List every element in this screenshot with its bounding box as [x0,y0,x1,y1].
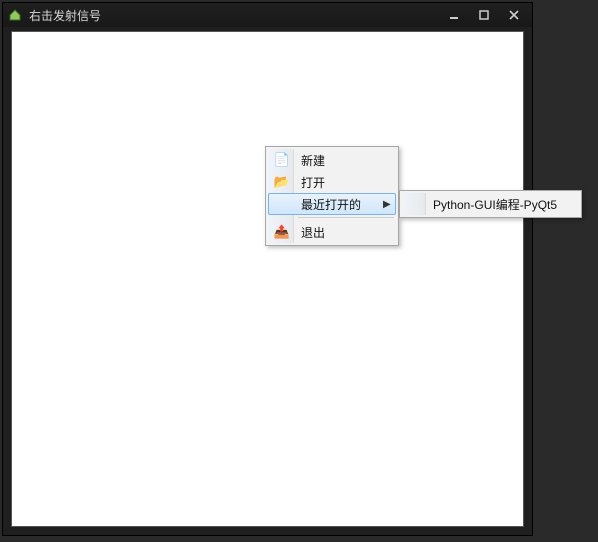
close-button[interactable] [500,6,528,24]
menu-item-label: 退出 [295,224,395,241]
exit-icon: 📤 [269,221,295,243]
titlebar[interactable]: 右击发射信号 [3,3,532,27]
menu-item-label: 最近打开的 [295,196,383,213]
minimize-button[interactable] [440,6,468,24]
menu-item-exit[interactable]: 📤 退出 [268,221,396,243]
submenu-item-icon [403,193,427,215]
submenu-item[interactable]: Python-GUI编程-PyQt5 [402,193,579,215]
menu-item-recent[interactable]: 最近打开的 ▶ [268,193,396,215]
app-window: 右击发射信号 [2,2,533,536]
window-controls [440,6,528,24]
window-title: 右击发射信号 [29,7,440,24]
menu-item-label: 打开 [295,174,395,191]
menu-item-label: 新建 [295,152,395,169]
recent-icon [269,193,295,215]
recent-submenu: Python-GUI编程-PyQt5 [399,190,582,218]
app-icon [7,7,23,23]
context-menu: 📄 新建 📂 打开 最近打开的 ▶ 📤 退出 [265,146,399,246]
menu-item-new[interactable]: 📄 新建 [268,149,396,171]
maximize-button[interactable] [470,6,498,24]
open-folder-icon: 📂 [269,171,295,193]
new-file-icon: 📄 [269,149,295,171]
menu-item-open[interactable]: 📂 打开 [268,171,396,193]
submenu-item-label: Python-GUI编程-PyQt5 [427,196,578,213]
client-area[interactable] [11,31,524,527]
submenu-arrow-icon: ▶ [383,199,395,210]
